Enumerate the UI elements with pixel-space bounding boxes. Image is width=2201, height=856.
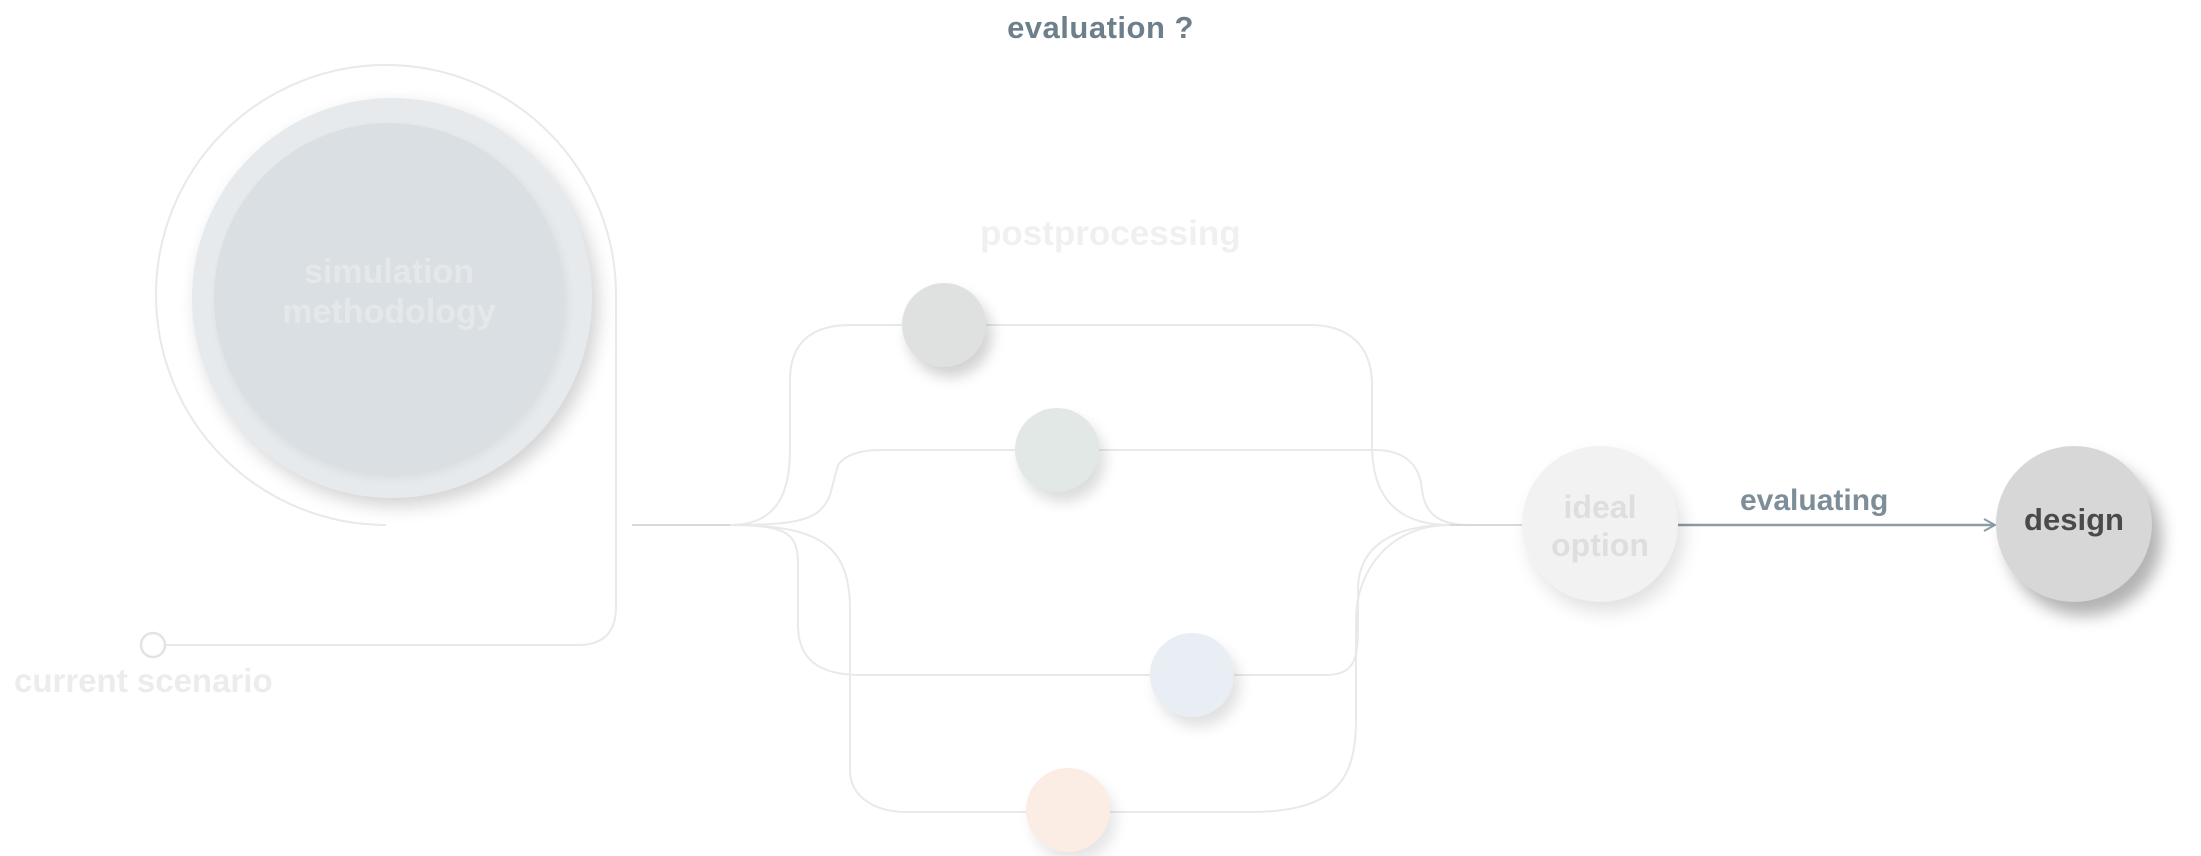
- postprocessing-label: postprocessing: [980, 214, 1241, 253]
- branch-node-3: [1150, 633, 1234, 717]
- evaluating-label: evaluating: [1740, 484, 1889, 517]
- ideal-option-label: ideal option: [1551, 489, 1649, 563]
- branch-node-2: [1015, 408, 1099, 492]
- current-scenario-label: current scenario: [14, 662, 273, 699]
- branch-bottom: [729, 524, 1451, 813]
- start-marker: [139, 631, 167, 659]
- methodology-label: simulation methodology: [282, 253, 496, 331]
- branch-second: [729, 449, 1471, 526]
- design-label: design: [2024, 502, 2124, 537]
- branch-node-1: [902, 283, 986, 367]
- branch-node-4: [1026, 768, 1110, 852]
- branch-third: [729, 524, 1451, 676]
